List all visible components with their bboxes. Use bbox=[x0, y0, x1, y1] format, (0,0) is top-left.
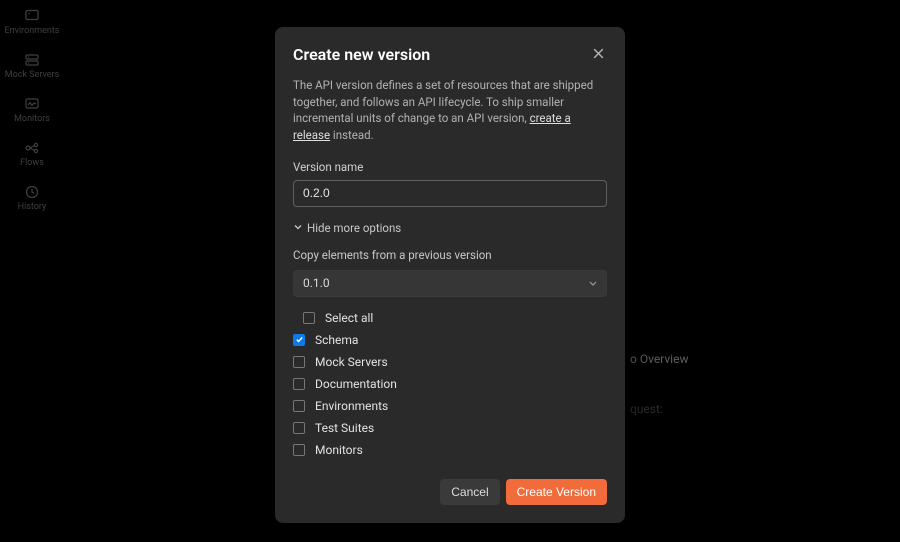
copy-item-label: Documentation bbox=[315, 377, 397, 391]
copy-item-label: Test Suites bbox=[315, 421, 374, 435]
copy-item-label: Schema bbox=[315, 333, 358, 347]
copy-item-mock-servers[interactable]: Mock Servers bbox=[293, 355, 607, 369]
previous-version-selected: 0.1.0 bbox=[303, 276, 330, 290]
hide-more-options-toggle[interactable]: Hide more options bbox=[293, 221, 401, 235]
modal-header: Create new version bbox=[293, 45, 607, 65]
select-all-checkbox[interactable] bbox=[303, 312, 315, 324]
close-button[interactable] bbox=[590, 45, 607, 65]
copy-item-label: Environments bbox=[315, 399, 388, 413]
copy-item-documentation[interactable]: Documentation bbox=[293, 377, 607, 391]
modal-actions: Cancel Create Version bbox=[293, 479, 607, 505]
copy-item-schema[interactable]: Schema bbox=[293, 333, 607, 347]
mock-servers-checkbox[interactable] bbox=[293, 356, 305, 368]
modal-title: Create new version bbox=[293, 45, 430, 64]
environments-checkbox[interactable] bbox=[293, 400, 305, 412]
select-all-row[interactable]: Select all bbox=[293, 311, 607, 325]
version-name-input[interactable] bbox=[293, 180, 607, 207]
documentation-checkbox[interactable] bbox=[293, 378, 305, 390]
chevron-down-icon bbox=[588, 274, 598, 293]
copy-item-label: Mock Servers bbox=[315, 355, 388, 369]
create-version-modal: Create new version The API version defin… bbox=[275, 27, 625, 523]
chevron-down-icon bbox=[293, 221, 303, 235]
copy-elements-checklist: Select all Schema Mock Servers Documenta… bbox=[293, 311, 607, 457]
create-version-button[interactable]: Create Version bbox=[506, 479, 607, 505]
previous-version-select[interactable]: 0.1.0 bbox=[293, 270, 607, 297]
previous-version-select-wrap: 0.1.0 bbox=[293, 270, 607, 297]
select-all-label: Select all bbox=[325, 311, 373, 325]
monitors-checkbox[interactable] bbox=[293, 444, 305, 456]
version-name-label: Version name bbox=[293, 160, 607, 174]
copy-elements-label: Copy elements from a previous version bbox=[293, 248, 607, 262]
test-suites-checkbox[interactable] bbox=[293, 422, 305, 434]
hide-more-options-label: Hide more options bbox=[307, 221, 401, 235]
schema-checkbox[interactable] bbox=[293, 334, 305, 346]
copy-item-monitors[interactable]: Monitors bbox=[293, 443, 607, 457]
cancel-button[interactable]: Cancel bbox=[440, 479, 499, 505]
modal-desc-suffix: instead. bbox=[330, 128, 374, 142]
copy-item-label: Monitors bbox=[315, 443, 363, 457]
copy-item-test-suites[interactable]: Test Suites bbox=[293, 421, 607, 435]
copy-item-environments[interactable]: Environments bbox=[293, 399, 607, 413]
modal-description: The API version defines a set of resourc… bbox=[293, 77, 607, 144]
close-icon bbox=[592, 48, 605, 63]
